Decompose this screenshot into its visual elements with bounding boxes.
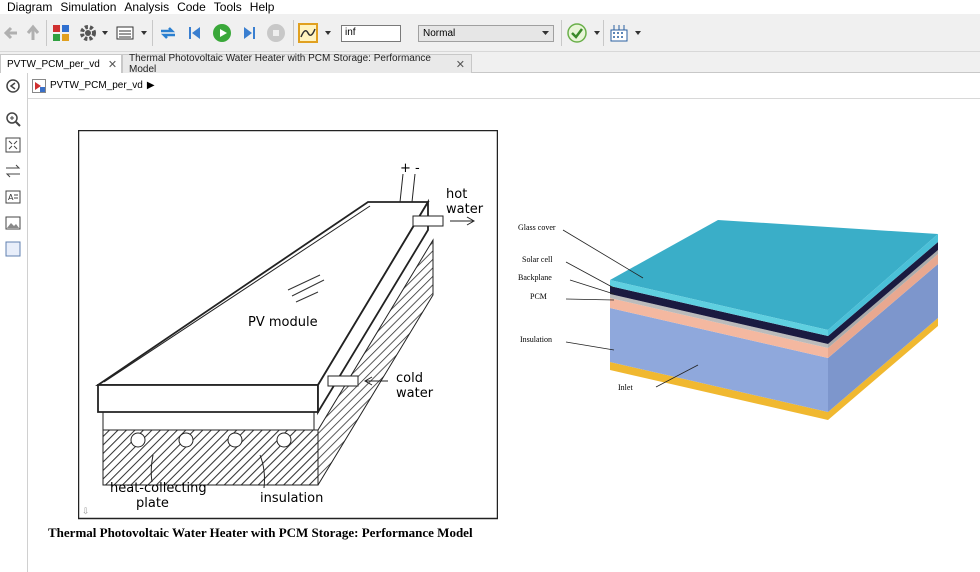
leader-line [565, 341, 615, 351]
back-arrow-icon[interactable] [0, 22, 22, 44]
menu-code[interactable]: Code [173, 0, 210, 14]
stop-icon[interactable] [265, 22, 287, 44]
zoom-icon[interactable] [5, 111, 21, 127]
hot-water-label: water [446, 202, 484, 217]
pv-panel-front [97, 384, 319, 413]
up-arrow-icon[interactable] [22, 22, 44, 44]
heat-plate-label: plate [136, 496, 169, 511]
inlet-label: Inlet [618, 383, 633, 392]
leader-line [562, 229, 644, 279]
hot-water-pipe [412, 215, 444, 227]
image-icon[interactable] [5, 215, 21, 231]
pv-module-sketch: + - hot water cold water PV module heat-… [78, 130, 498, 520]
menu-analysis[interactable]: Analysis [120, 0, 173, 14]
simulation-mode-value: Normal [423, 28, 456, 39]
breadcrumb-arrow-icon[interactable]: ▶ [147, 80, 155, 91]
heat-plate-label: heat-collecting [110, 481, 207, 496]
library-icon[interactable] [50, 22, 72, 44]
resize-handle-icon: ⇩ [82, 507, 90, 517]
toolbar-separator [293, 20, 294, 46]
diagram-canvas[interactable]: + - hot water cold water PV module heat-… [28, 100, 980, 572]
tab-subsystem[interactable]: Thermal Photovoltaic Water Heater with P… [122, 53, 472, 75]
pipe [178, 432, 194, 448]
simulation-mode-select[interactable]: Normal [418, 25, 554, 42]
toolbar-separator [46, 20, 47, 46]
check-icon[interactable] [566, 22, 588, 44]
chevron-down-icon [542, 31, 549, 35]
tab-model[interactable]: PVTW_PCM_per_vd ✕ [0, 54, 122, 73]
chevron-down-icon[interactable] [594, 30, 600, 36]
tab-label: PVTW_PCM_per_vd [7, 58, 100, 70]
chevron-down-icon[interactable] [325, 30, 331, 36]
cold-water-label: cold [396, 371, 423, 386]
model-explorer-icon[interactable] [114, 22, 136, 44]
chevron-down-icon[interactable] [102, 30, 108, 36]
scope-icon[interactable] [297, 22, 319, 44]
pipe [130, 432, 146, 448]
menu-simulation[interactable]: Simulation [56, 0, 120, 14]
menu-help[interactable]: Help [246, 0, 279, 14]
pv-module-label: PV module [248, 315, 318, 330]
chevron-down-icon[interactable] [141, 30, 147, 36]
menu-bar: Diagram Simulation Analysis Code Tools H… [0, 0, 980, 14]
close-icon[interactable]: ✕ [456, 58, 465, 71]
menu-tools[interactable]: Tools [210, 0, 246, 14]
leader-line [565, 261, 615, 289]
annotation-icon[interactable]: A [5, 189, 21, 205]
leader-line [569, 279, 615, 295]
gear-icon[interactable] [77, 22, 99, 44]
menu-diagram[interactable]: Diagram [0, 0, 56, 14]
backplane-label: Backplane [518, 273, 552, 282]
pipe [227, 432, 243, 448]
stop-time-input[interactable]: inf [341, 25, 401, 42]
run-icon[interactable] [211, 22, 233, 44]
insulation-label: insulation [260, 491, 323, 506]
area-icon[interactable] [5, 241, 21, 257]
breadcrumb-path[interactable]: PVTW_PCM_per_vd [50, 80, 143, 91]
tab-label: Thermal Photovoltaic Water Heater with P… [129, 53, 431, 75]
data-inspector-icon[interactable] [608, 22, 630, 44]
diagram-caption: Thermal Photovoltaic Water Heater with P… [48, 525, 473, 540]
fit-to-view-icon[interactable] [5, 137, 21, 153]
pcm-label: PCM [530, 292, 547, 301]
model-icon [32, 78, 46, 93]
svg-text:A: A [8, 193, 14, 202]
insulation-label: Insulation [520, 335, 552, 344]
update-diagram-icon[interactable] [157, 22, 179, 44]
pipe [276, 432, 292, 448]
breadcrumb: PVTW_PCM_per_vd ▶ [28, 73, 980, 99]
toolbar: inf Normal [0, 14, 980, 52]
hot-water-label: hot [446, 187, 467, 202]
glass-cover-label: Glass cover [518, 223, 556, 232]
toolbar-separator [152, 20, 153, 46]
hide-show-browser-icon[interactable] [5, 78, 21, 94]
chevron-down-icon[interactable] [635, 30, 641, 36]
step-forward-icon[interactable] [238, 22, 260, 44]
cold-water-pipe [327, 375, 359, 387]
step-back-icon[interactable] [184, 22, 206, 44]
plus-minus-label: + - [400, 161, 420, 176]
cold-water-label: water [396, 386, 434, 401]
left-palette: A [0, 73, 28, 572]
layer-cross-section: Glass cover Solar cell Backplane PCM Ins… [518, 220, 938, 420]
tab-strip: PVTW_PCM_per_vd ✕ Thermal Photovoltaic W… [0, 52, 980, 75]
toolbar-separator [603, 20, 604, 46]
solar-cell-label: Solar cell [522, 255, 553, 264]
close-icon[interactable]: ✕ [108, 58, 117, 71]
toolbar-separator [561, 20, 562, 46]
arrows-icon[interactable] [5, 163, 21, 179]
leader-line [565, 298, 615, 301]
